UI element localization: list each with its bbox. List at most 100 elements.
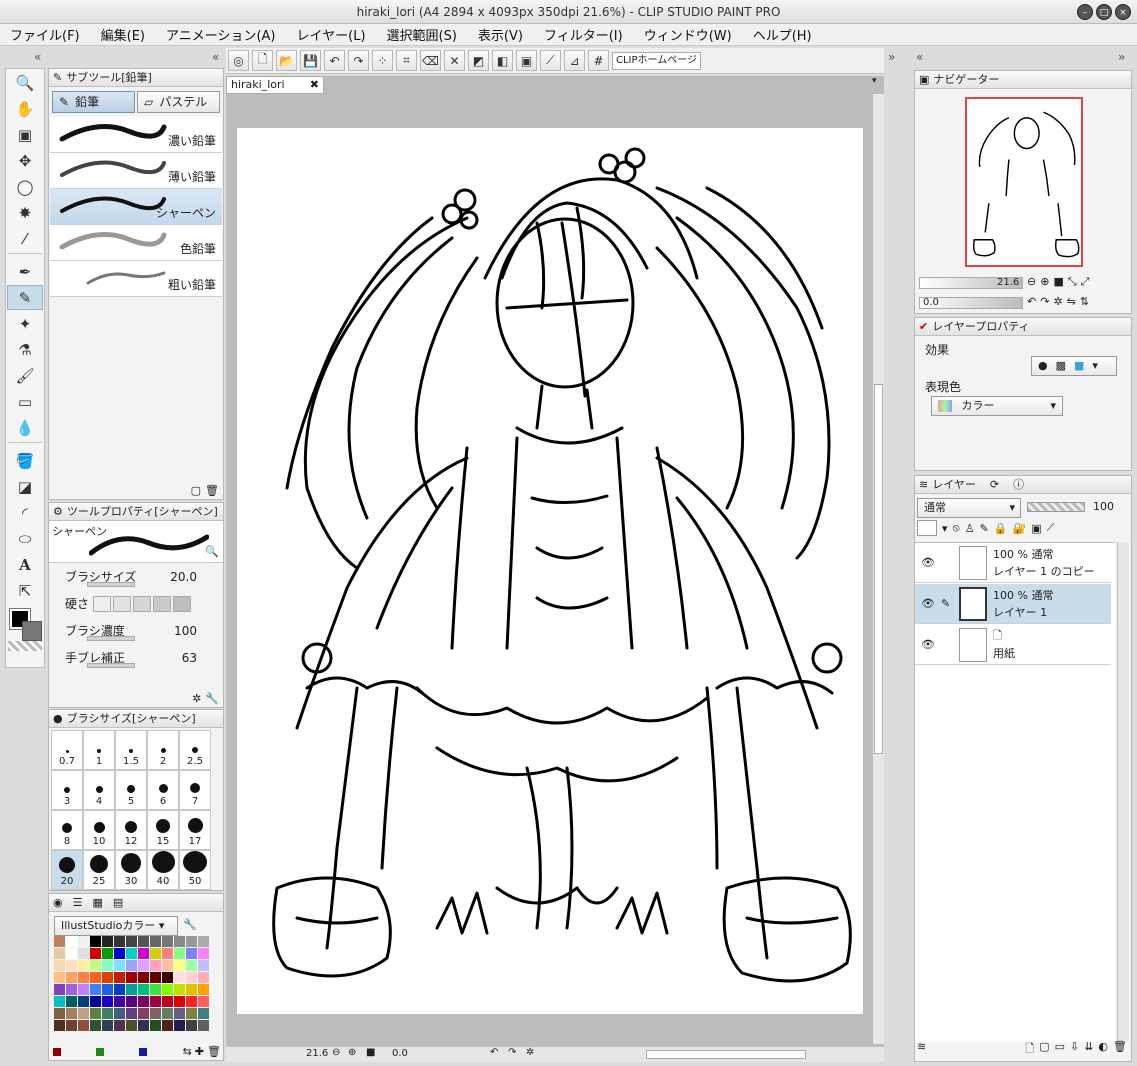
stabilization-slider[interactable] (87, 663, 135, 668)
layer-color-dropdown-icon[interactable]: ▾ (942, 522, 948, 535)
brush-color-pencil[interactable]: 色鉛筆 (50, 225, 222, 261)
brush-size-option[interactable]: 30 (115, 850, 147, 890)
nav-rotate-left-icon[interactable]: ↶ (1027, 295, 1036, 308)
color-swatch[interactable] (78, 1008, 89, 1019)
color-swatch[interactable] (78, 972, 89, 983)
color-swatch[interactable] (186, 984, 197, 995)
color-swatch[interactable] (54, 948, 65, 959)
color-swatch[interactable] (174, 972, 185, 983)
color-swatch[interactable] (198, 984, 209, 995)
color-swatch[interactable] (162, 996, 173, 1007)
color-swatch[interactable] (186, 936, 197, 947)
brush-size-value[interactable]: 20.0 (170, 570, 197, 584)
vscroll-thumb[interactable] (874, 384, 883, 754)
status-zoom[interactable]: 21.6 (306, 1048, 328, 1059)
eraser-icon[interactable]: ▭ (7, 389, 43, 414)
nav-flip-horizontal-icon[interactable]: ⇋ (1067, 295, 1076, 308)
brush-size-option[interactable]: 50 (179, 850, 211, 890)
canvas-paper[interactable] (237, 128, 863, 1014)
opacity-slider[interactable] (1027, 502, 1085, 512)
color-set-settings-icon[interactable]: 🔧 (183, 918, 197, 931)
color-swatch[interactable] (102, 996, 113, 1007)
subtool-group-pastel[interactable]: ▱ パステル (137, 91, 220, 113)
color-swatch[interactable] (66, 996, 77, 1007)
color-swatch[interactable] (174, 1008, 185, 1019)
color-swatch[interactable] (174, 936, 185, 947)
color-swatch[interactable] (114, 1008, 125, 1019)
color-swatch[interactable] (66, 1020, 77, 1031)
nav-angle-value[interactable]: 0.0 (923, 297, 939, 308)
brush-size-option[interactable]: 8 (51, 810, 83, 850)
nav-zoom-out-icon[interactable]: ⊖ (1027, 275, 1036, 289)
undo-icon[interactable]: ↶ (324, 50, 345, 71)
canvas-vertical-scrollbar[interactable] (872, 94, 884, 1044)
color-swatch[interactable] (102, 936, 113, 947)
create-mask-icon[interactable]: ◐ (1098, 1040, 1108, 1059)
color-swatch[interactable] (90, 1020, 101, 1031)
color-swatch[interactable] (186, 1008, 197, 1019)
color-swatch[interactable] (174, 1020, 185, 1031)
status-zoom-out-icon[interactable]: ⊖ (332, 1047, 340, 1058)
density-value[interactable]: 100 (174, 624, 197, 638)
deselect-icon[interactable]: ✕ (444, 50, 465, 71)
color-swatch[interactable] (78, 936, 89, 947)
brush-size-option[interactable]: 6 (147, 770, 179, 810)
color-swatch[interactable] (150, 972, 161, 983)
swatch-red-small[interactable] (53, 1047, 61, 1056)
clip-layer-icon[interactable]: ⦸ (953, 521, 960, 535)
sub-color-swatch[interactable] (22, 621, 42, 641)
color-swatch[interactable] (114, 948, 125, 959)
menu-layer[interactable]: レイヤー(L) (297, 25, 366, 44)
color-swatch[interactable] (114, 1020, 125, 1031)
color-set-dropdown[interactable]: IllustStudioカラー ▾ (54, 916, 178, 936)
stabilization-value[interactable]: 63 (182, 651, 197, 665)
color-swatch[interactable] (162, 948, 173, 959)
layer-color-icon[interactable] (917, 520, 937, 536)
special-ruler-snap-icon[interactable]: ⊿ (564, 50, 585, 71)
color-swatch[interactable] (78, 1020, 89, 1031)
blend-mode-dropdown[interactable]: 通常 ▾ (917, 498, 1021, 518)
invert-selection-icon[interactable]: ◩ (468, 50, 489, 71)
transfer-down-icon[interactable]: ⇩ (1070, 1040, 1079, 1059)
color-swatch[interactable] (198, 1008, 209, 1019)
color-swatch[interactable] (150, 996, 161, 1007)
layer-search-tab-icon[interactable]: ⟳ (990, 476, 999, 493)
maximize-button[interactable]: □ (1096, 4, 1112, 20)
brush-size-option[interactable]: 40 (147, 850, 179, 890)
status-angle[interactable]: 0.0 (392, 1048, 408, 1059)
brush-dark-pencil[interactable]: 濃い鉛筆 (50, 117, 222, 153)
menu-help[interactable]: ヘルプ(H) (753, 25, 812, 44)
color-swatch[interactable] (66, 936, 77, 947)
color-swatch[interactable] (54, 972, 65, 983)
color-swatch[interactable] (138, 1020, 149, 1031)
nav-rotate-right-icon[interactable]: ↷ (1040, 295, 1049, 308)
density-slider[interactable] (87, 636, 135, 641)
color-swatch[interactable] (114, 972, 125, 983)
color-swatch[interactable] (198, 936, 209, 947)
reset-icon[interactable]: ✲ (192, 692, 201, 705)
delete-color-icon[interactable]: 🗑 (207, 1045, 221, 1058)
effect-selector[interactable]: ● ▩ ■ ▾ (1031, 356, 1117, 376)
blend-tool-icon[interactable]: 💧 (7, 415, 43, 440)
color-swatch[interactable] (174, 996, 185, 1007)
erase-selection-icon[interactable]: ⌫ (420, 50, 441, 71)
nav-fit-icon[interactable]: ■ (1053, 275, 1063, 289)
object-select-icon[interactable]: ⇱ (7, 578, 43, 603)
layer-row-copy[interactable]: 👁 100 % 通常 レイヤー 1 のコピー (915, 543, 1111, 583)
hand-tool-icon[interactable]: ✋ (7, 96, 43, 121)
color-swatch[interactable] (66, 972, 77, 983)
color-swatch[interactable] (198, 1020, 209, 1031)
layer-panel-menu-icon[interactable]: ≋ (917, 1040, 926, 1059)
replace-color-icon[interactable]: ⇆ (183, 1045, 192, 1058)
color-swatch[interactable] (78, 996, 89, 1007)
status-zoom-in-icon[interactable]: ⊕ (348, 1047, 356, 1058)
delete-layer-icon[interactable]: 🗑 (1113, 1040, 1127, 1059)
color-wheel-tab-icon[interactable]: ◉ (53, 894, 63, 911)
color-swatch[interactable] (90, 960, 101, 971)
eye-icon[interactable]: 👁 (921, 638, 935, 651)
sparkle-tool-icon[interactable]: ✦ (7, 311, 43, 336)
color-swatch[interactable] (126, 936, 137, 947)
color-swatch[interactable] (90, 984, 101, 995)
color-swatch[interactable] (150, 1020, 161, 1031)
expand-right-icon[interactable]: « (916, 50, 923, 64)
